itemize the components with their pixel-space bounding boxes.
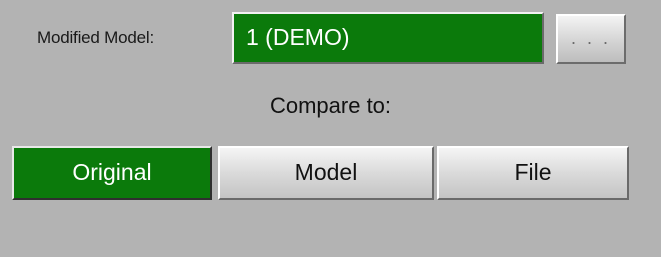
modified-model-label: Modified Model:: [37, 28, 155, 47]
compare-original-button[interactable]: Original: [12, 146, 212, 200]
browse-button[interactable]: . . .: [556, 14, 626, 64]
compare-to-label: Compare to:: [269, 93, 392, 118]
compare-model-button[interactable]: Model: [218, 146, 434, 200]
compare-file-button[interactable]: File: [437, 146, 629, 200]
compare-panel: Modified Model: 1 (DEMO) . . . Compare t…: [0, 0, 661, 257]
modified-model-field[interactable]: 1 (DEMO): [232, 12, 544, 64]
